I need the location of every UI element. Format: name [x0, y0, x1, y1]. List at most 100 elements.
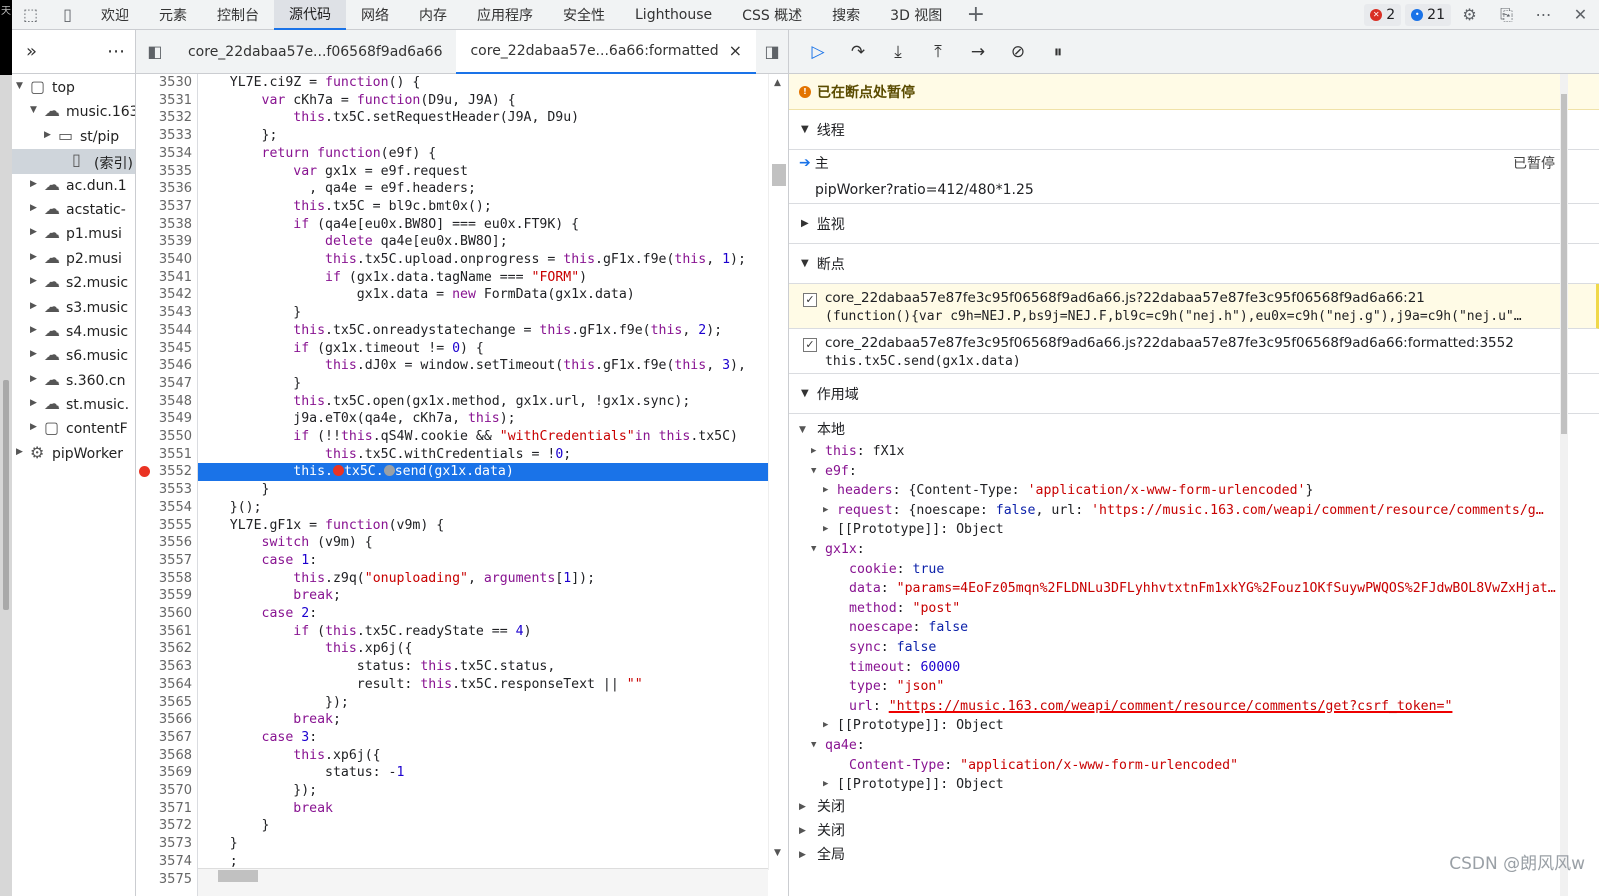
code-line[interactable]: }(); — [198, 499, 768, 517]
code-line[interactable]: }); — [198, 694, 768, 712]
tree-item[interactable]: ▶ ☁ s2.music — [12, 271, 135, 295]
code-line[interactable]: break — [198, 800, 768, 818]
code-line[interactable]: j9a.eT0x(qa4e, cKh7a, this); — [198, 410, 768, 428]
code-line[interactable]: switch (v9m) { — [198, 534, 768, 552]
code-line[interactable]: this.z9q("onuploading", arguments[1]); — [198, 570, 768, 588]
tree-arrow-icon[interactable]: ▶ — [30, 374, 37, 384]
code-line[interactable]: status: -1 — [198, 764, 768, 782]
line-number[interactable]: 3542 — [159, 286, 192, 304]
expand-arrow-icon[interactable]: ▶ — [823, 716, 828, 736]
code-line[interactable]: , qa4e = e9f.headers; — [198, 180, 768, 198]
line-number[interactable]: 3568 — [159, 747, 192, 765]
tree-item[interactable]: ▶ ⚙ pipWorker — [12, 442, 135, 466]
line-number[interactable]: 3575 — [159, 871, 192, 889]
editor-vertical-scrollbar[interactable]: ▲ ▼ — [768, 74, 788, 870]
code-line[interactable]: if (this.tx5C.readyState == 4) — [198, 623, 768, 641]
scope-variable[interactable]: ▼ qa4e: — [789, 736, 1599, 756]
tree-arrow-icon[interactable]: ▶ — [30, 398, 37, 408]
scroll-up-icon[interactable]: ▲ — [774, 78, 781, 88]
expand-arrow-icon[interactable]: ▼ — [811, 736, 816, 756]
gear-icon[interactable]: ⚙ — [1451, 0, 1488, 30]
step-into-icon[interactable]: ⤓ — [879, 33, 917, 71]
message-badge[interactable]: • 21 — [1405, 3, 1451, 26]
tab-10[interactable]: 搜索 — [817, 0, 875, 30]
code-line[interactable]: this.tx5C.upload.onprogress = this.gF1x.… — [198, 251, 768, 269]
tree-item[interactable]: ▼ ☁ music.163 — [12, 100, 135, 124]
scroll-down-icon[interactable]: ▼ — [774, 848, 781, 858]
tab-9[interactable]: CSS 概述 — [727, 0, 817, 30]
code-line[interactable]: break; — [198, 587, 768, 605]
breakpoint-checkbox[interactable]: ✓ — [803, 338, 817, 352]
line-number[interactable]: 3534 — [159, 145, 192, 163]
step-out-icon[interactable]: ⤒ — [919, 33, 957, 71]
expand-arrow-icon[interactable]: ▶ — [823, 481, 828, 501]
line-number[interactable]: 3573 — [159, 835, 192, 853]
line-number[interactable]: 3549 — [159, 410, 192, 428]
line-number[interactable]: 3560 — [159, 605, 192, 623]
tree-item[interactable]: ▶ ☁ ac.dun.1 — [12, 174, 135, 198]
tree-arrow-icon[interactable]: ▶ — [30, 349, 37, 359]
device-toolbar-icon[interactable]: ▯ — [49, 0, 86, 30]
watch-section-header[interactable]: ▶ 监视 — [789, 204, 1599, 244]
scope-variable[interactable]: timeout: 60000 — [789, 658, 1599, 678]
scope-variable[interactable]: sync: false — [789, 638, 1599, 658]
line-number[interactable]: 3557 — [159, 552, 192, 570]
tree-arrow-icon[interactable]: ▶ — [44, 130, 51, 140]
line-number-gutter[interactable]: 3530 3531 3532 3533 3534 3535 3536 3537 3538 3539… — [136, 74, 198, 896]
line-number[interactable]: 3530 — [159, 74, 192, 92]
code-line[interactable]: delete qa4e[eu0x.BW8O]; — [198, 233, 768, 251]
pause-on-exceptions-icon[interactable]: ⏸ — [1039, 33, 1077, 71]
inspect-element-icon[interactable]: ⬚ — [12, 0, 49, 30]
line-number[interactable]: 3567 — [159, 729, 192, 747]
line-number[interactable]: 3532 — [159, 109, 192, 127]
code-line[interactable]: this. tx5C. send(gx1x.data) — [198, 463, 768, 482]
line-number[interactable]: 3548 — [159, 393, 192, 411]
scope-variable[interactable]: ▶ request: {noescape: false, url: 'https:… — [789, 501, 1599, 521]
scope-closure-header[interactable]: ▶ 关闭 — [789, 795, 1599, 819]
code-line[interactable]: }; — [198, 127, 768, 145]
code-line[interactable]: } — [198, 835, 768, 853]
tree-item[interactable]: ▶ ☁ p1.musi — [12, 222, 135, 246]
more-icon[interactable]: ⋯ — [1525, 0, 1562, 30]
deactivate-breakpoints-icon[interactable]: ⊘ — [999, 33, 1037, 71]
code-line[interactable]: this.tx5C = bl9c.bmt0x(); — [198, 198, 768, 216]
editor-horizontal-scrollbar[interactable] — [198, 868, 768, 896]
tree-item[interactable]: ▶ ☁ s6.music — [12, 344, 135, 368]
scope-local-header[interactable]: ▼ 本地 — [789, 418, 1599, 442]
tree-arrow-icon[interactable]: ▶ — [30, 276, 37, 286]
line-number[interactable]: 3569 — [159, 764, 192, 782]
scope-variable[interactable]: method: "post" — [789, 599, 1599, 619]
close-tab-icon[interactable]: × — [729, 41, 742, 60]
code-line[interactable]: } — [198, 375, 768, 393]
breakpoints-section-header[interactable]: ▼ 断点 — [789, 244, 1599, 284]
page-scroll-thumb[interactable] — [3, 380, 9, 610]
scope-variable[interactable]: ▼ gx1x: — [789, 540, 1599, 560]
line-number[interactable]: 3556 — [159, 534, 192, 552]
tree-arrow-icon[interactable]: ▶ — [30, 179, 37, 189]
line-number[interactable]: 3562 — [159, 640, 192, 658]
tree-item[interactable]: ▶ ☁ s4.music — [12, 320, 135, 344]
tab-4[interactable]: 网络 — [346, 0, 404, 30]
scope-variable[interactable]: ▼ e9f: — [789, 462, 1599, 482]
expand-arrow-icon[interactable]: ▶ — [823, 520, 828, 540]
more-tabs-icon[interactable]: » — [26, 41, 37, 62]
scope-variable[interactable]: noescape: false — [789, 618, 1599, 638]
code-line[interactable]: return function(e9f) { — [198, 145, 768, 163]
line-number[interactable]: 3571 — [159, 800, 192, 818]
code-line[interactable]: this.tx5C.setRequestHeader(J9A, D9u) — [198, 109, 768, 127]
code-line[interactable]: }); — [198, 782, 768, 800]
line-number[interactable]: 3561 — [159, 623, 192, 641]
line-number[interactable]: 3570 — [159, 782, 192, 800]
tab-7[interactable]: 安全性 — [548, 0, 620, 30]
tree-item[interactable]: ▶ ☁ s3.music — [12, 296, 135, 320]
customize-icon[interactable]: ⎘ — [1488, 0, 1525, 30]
code-line[interactable]: } — [198, 817, 768, 835]
thread-main-row[interactable]: ➔ 主 已暂停 — [789, 150, 1599, 176]
add-tab-icon[interactable]: + — [957, 0, 994, 30]
tab-2[interactable]: 控制台 — [202, 0, 274, 30]
breakpoint-item[interactable]: ✓ core_22dabaa57e87fe3c95f06568f9ad6a66.j… — [789, 329, 1599, 374]
tree-arrow-icon[interactable]: ▶ — [16, 447, 23, 457]
code-line[interactable]: this.xp6j({ — [198, 640, 768, 658]
expand-arrow-icon[interactable]: ▼ — [811, 540, 816, 560]
editor-hscroll-thumb[interactable] — [218, 870, 258, 882]
